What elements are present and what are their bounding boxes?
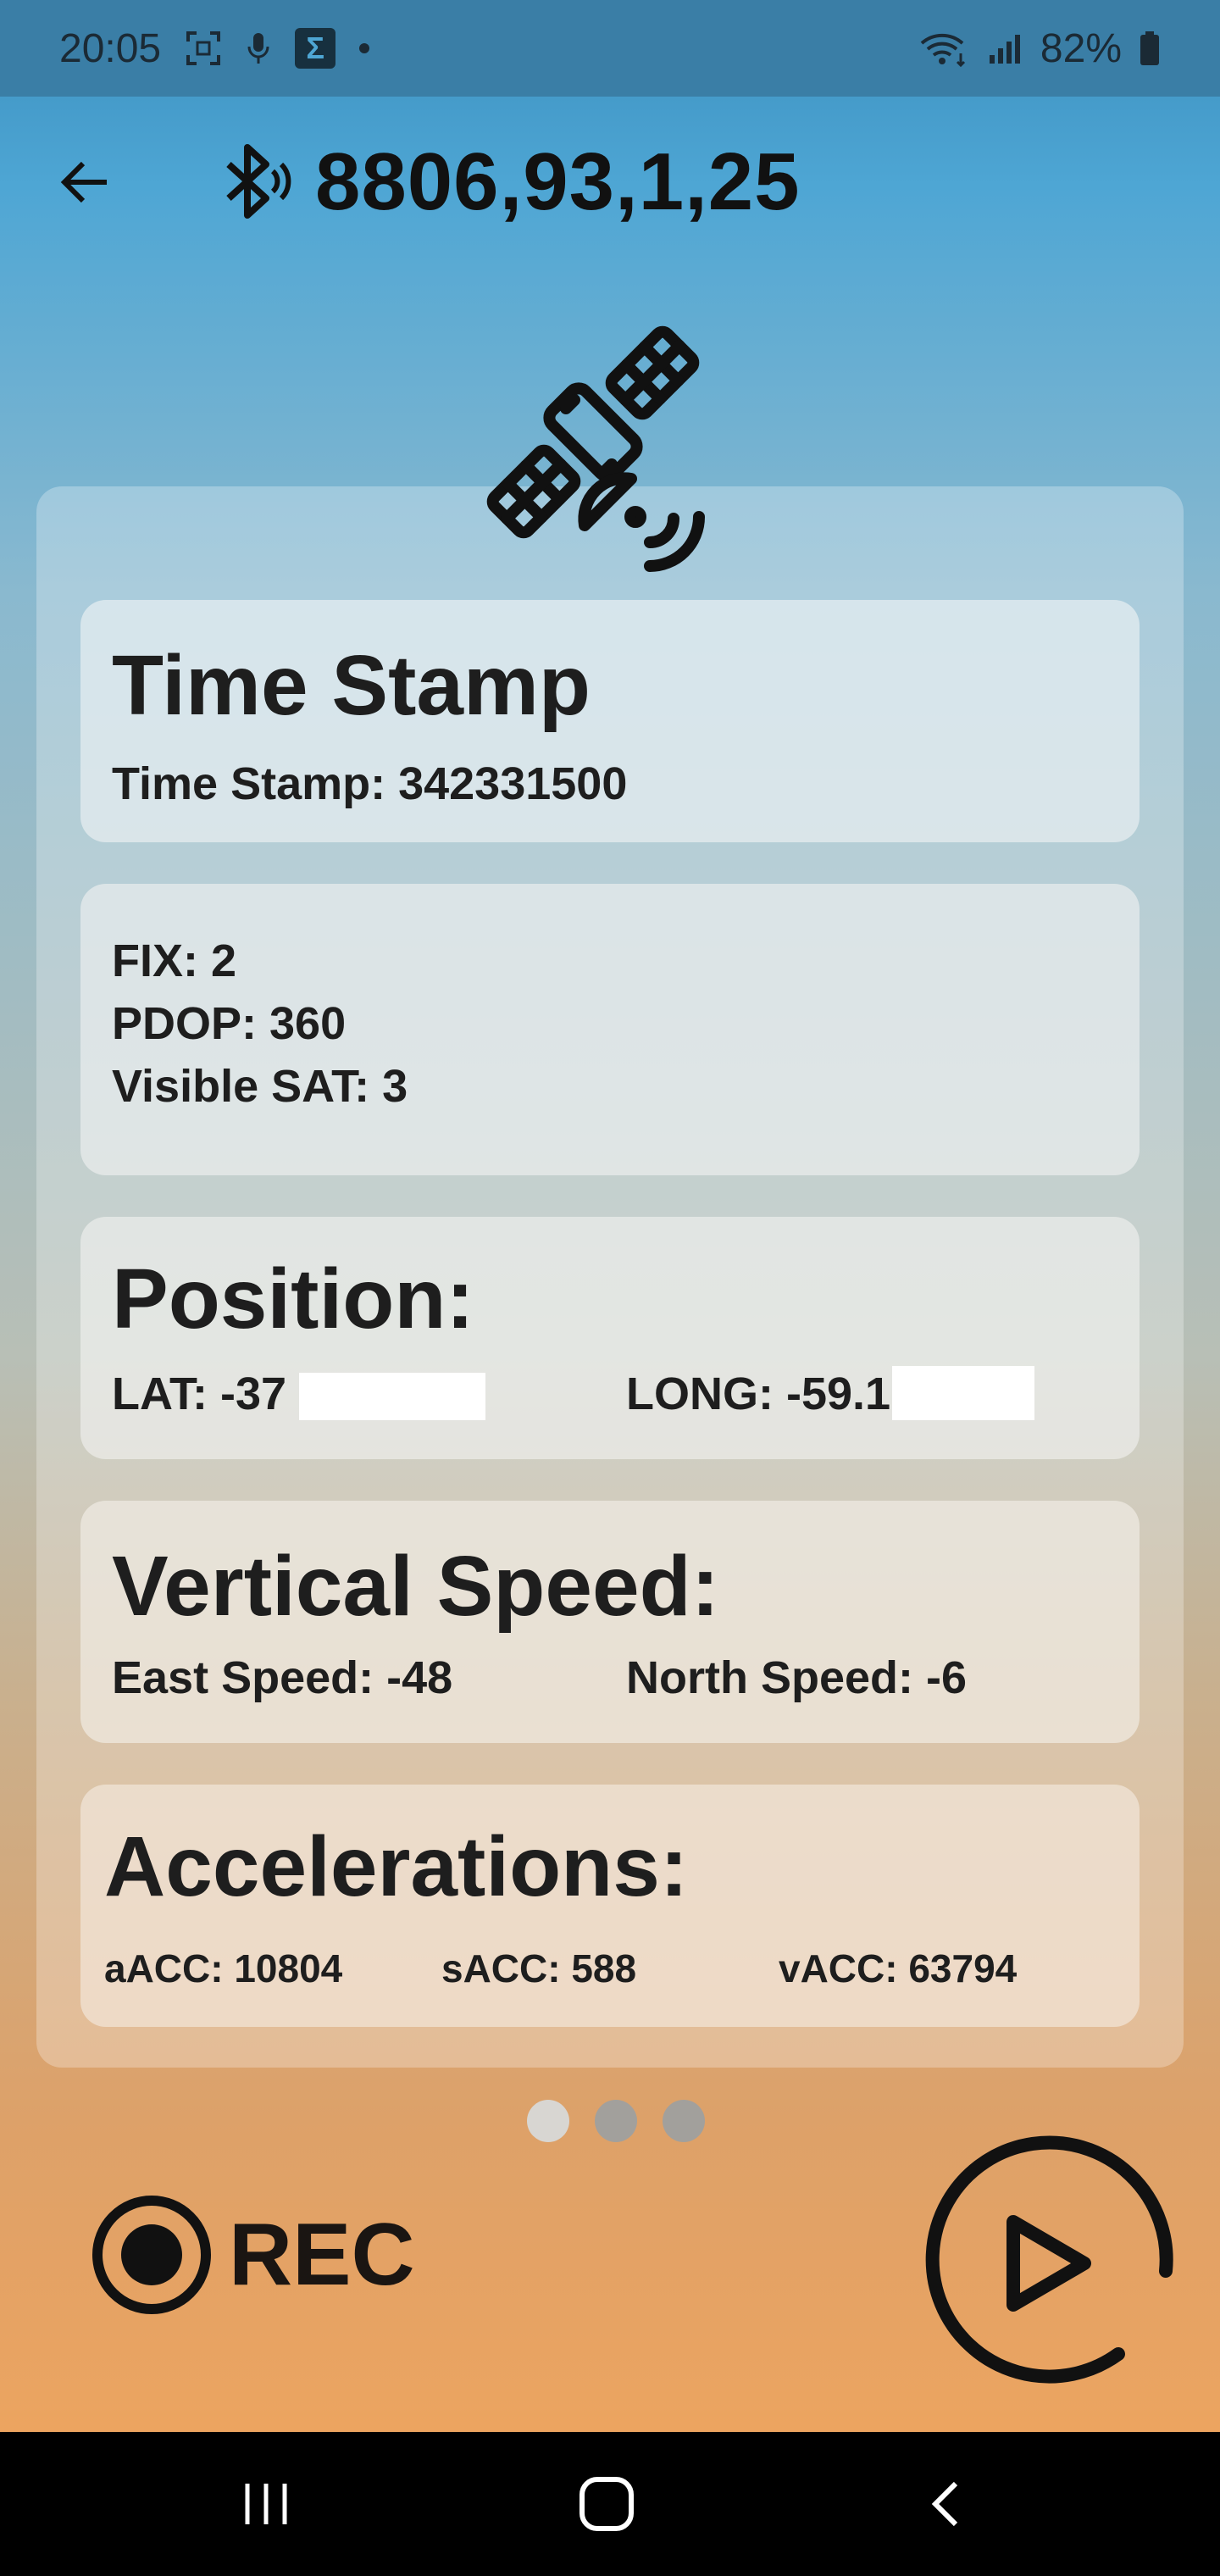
device-title: 8806,93,1,25 [315, 136, 801, 227]
chevron-left-icon [931, 2481, 958, 2527]
vertical-speed-card: Vertical Speed: East Speed: -48 North Sp… [80, 1501, 1140, 1743]
aacc-value: aACC: 10804 [104, 1946, 343, 1990]
accelerations-card: Accelerations: aACC: 10804 sACC: 588 vAC… [80, 1785, 1140, 2027]
screenshot-icon [185, 30, 222, 67]
battery-percent: 82% [1040, 25, 1122, 71]
sacc-value: sACC: 588 [441, 1946, 637, 1990]
recent-apps-button[interactable] [232, 2470, 300, 2538]
timestamp-value: Time Stamp: 342331500 [112, 758, 628, 809]
accelerations-title: Accelerations: [104, 1819, 689, 1914]
rec-button[interactable]: REC [92, 2195, 415, 2315]
long-redaction [892, 1366, 1034, 1420]
lat-value: LAT: -37 [112, 1368, 287, 1419]
vacc-value: vACC: 63794 [779, 1946, 1018, 1990]
app-header: 8806,93,1,25 [0, 119, 1220, 237]
satellite-icon [466, 297, 754, 585]
back-nav-button[interactable] [913, 2470, 981, 2538]
sigma-app-icon: Σ [295, 28, 336, 69]
home-button[interactable] [573, 2470, 640, 2538]
vertical-speed-title: Vertical Speed: [112, 1539, 719, 1634]
page-indicator [527, 2100, 705, 2142]
record-icon [92, 2196, 211, 2314]
page-dot-2[interactable] [595, 2100, 637, 2142]
mic-icon [246, 30, 271, 67]
timestamp-title: Time Stamp [112, 638, 591, 733]
wifi-icon [918, 30, 969, 67]
fix-card: FIX: 2 PDOP: 360 Visible SAT: 3 [80, 884, 1140, 1175]
page-dot-3[interactable] [663, 2100, 705, 2142]
status-time: 20:05 [59, 25, 162, 71]
status-bar: 20:05 Σ 82% [0, 0, 1220, 97]
timestamp-card: Time Stamp Time Stamp: 342331500 [80, 600, 1140, 842]
lat-redaction [299, 1373, 485, 1420]
back-button[interactable] [51, 148, 119, 216]
home-icon [580, 2477, 634, 2531]
notification-dot-icon [359, 43, 370, 53]
play-icon [925, 2135, 1173, 2384]
north-speed-value: North Speed: -6 [626, 1652, 968, 1703]
page-dot-1[interactable] [527, 2100, 569, 2142]
system-nav-bar [0, 2432, 1220, 2576]
signal-icon [986, 30, 1023, 67]
visible-sat-value: Visible SAT: 3 [112, 1061, 408, 1112]
east-speed-value: East Speed: -48 [112, 1652, 453, 1703]
pdop-value: PDOP: 360 [112, 998, 347, 1049]
battery-icon [1139, 30, 1161, 67]
position-card: Position: LAT: -37 LONG: -59.1 [80, 1217, 1140, 1459]
position-title: Position: [112, 1252, 474, 1346]
recent-apps-icon [245, 2484, 287, 2524]
play-button[interactable] [923, 2135, 1178, 2390]
fix-value: FIX: 2 [112, 935, 237, 986]
long-value: LONG: -59.1 [626, 1368, 891, 1419]
arrow-left-icon [60, 161, 107, 203]
rec-label: REC [229, 2205, 415, 2304]
bluetooth-audio-icon [219, 139, 295, 224]
